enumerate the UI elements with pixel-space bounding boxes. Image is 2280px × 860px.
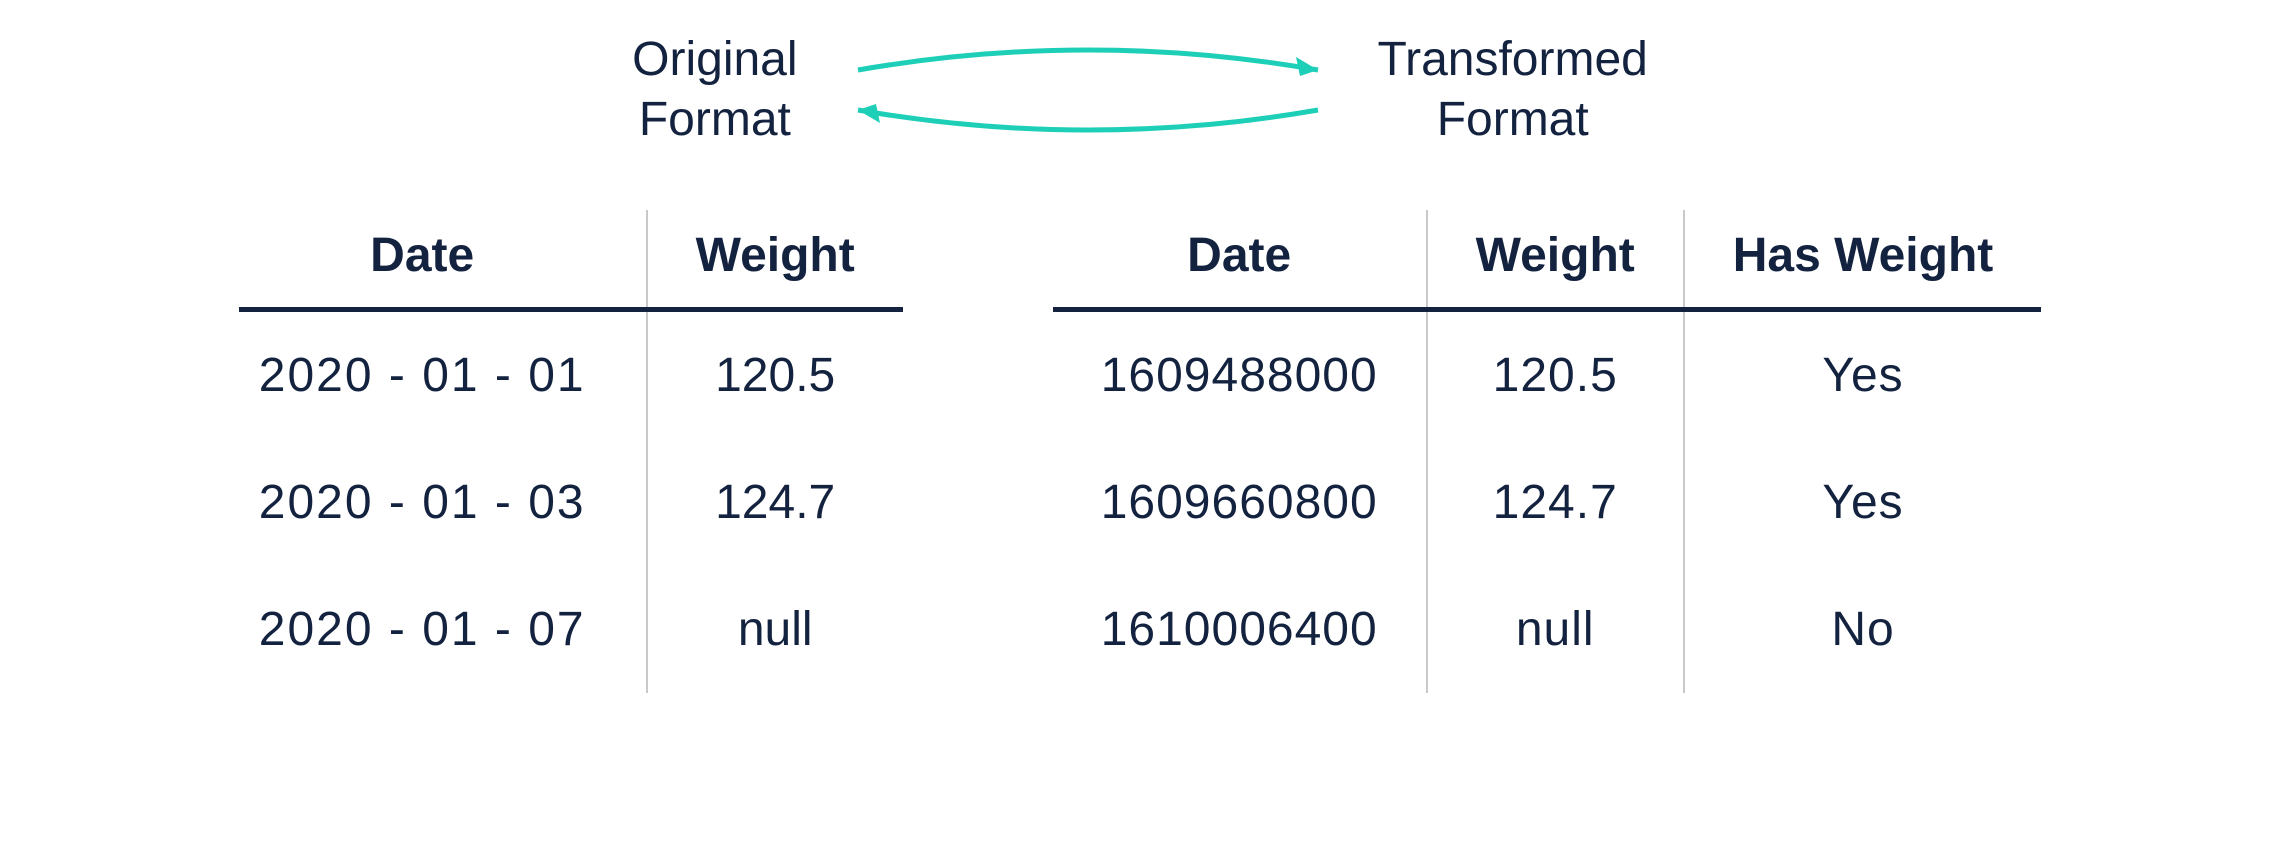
header-row: Original Format Transformed Format <box>0 30 2280 150</box>
cell-weight: 120.5 <box>647 310 903 440</box>
table-row: 2020 - 01 - 03 124.7 <box>239 439 903 566</box>
col-header-has-weight: Has Weight <box>1684 210 2041 310</box>
table-header-row: Date Weight Has Weight <box>1053 210 2042 310</box>
original-table: Date Weight 2020 - 01 - 01 120.5 2020 - … <box>239 210 903 693</box>
col-header-weight: Weight <box>647 210 903 310</box>
cell-date: 1609660800 <box>1053 439 1427 566</box>
cell-weight: 124.7 <box>647 439 903 566</box>
bidirectional-arrows-icon <box>838 30 1338 150</box>
transformed-format-line1: Transformed <box>1378 33 1648 86</box>
col-header-date: Date <box>1053 210 1427 310</box>
cell-date: 2020 - 01 - 03 <box>239 439 647 566</box>
diagram-root: Original Format Transformed Format Date … <box>0 0 2280 860</box>
transformed-table: Date Weight Has Weight 1609488000 120.5 … <box>1053 210 2042 693</box>
original-format-label: Original Format <box>632 30 797 150</box>
cell-has-weight: Yes <box>1684 439 2041 566</box>
table-row: 1609660800 124.7 Yes <box>1053 439 2042 566</box>
cell-has-weight: No <box>1684 566 2041 693</box>
table-row: 1609488000 120.5 Yes <box>1053 310 2042 440</box>
cell-date: 2020 - 01 - 07 <box>239 566 647 693</box>
original-format-line2: Format <box>639 93 791 146</box>
cell-weight: 124.7 <box>1427 439 1684 566</box>
cell-weight: 120.5 <box>1427 310 1684 440</box>
table-row: 2020 - 01 - 01 120.5 <box>239 310 903 440</box>
cell-weight: null <box>1427 566 1684 693</box>
cell-date: 2020 - 01 - 01 <box>239 310 647 440</box>
transformed-format-line2: Format <box>1437 93 1589 146</box>
cell-date: 1610006400 <box>1053 566 1427 693</box>
col-header-weight: Weight <box>1427 210 1684 310</box>
col-header-date: Date <box>239 210 647 310</box>
cell-date: 1609488000 <box>1053 310 1427 440</box>
table-row: 1610006400 null No <box>1053 566 2042 693</box>
cell-has-weight: Yes <box>1684 310 2041 440</box>
transformed-format-label: Transformed Format <box>1378 30 1648 150</box>
original-format-line1: Original <box>632 33 797 86</box>
cell-weight: null <box>647 566 903 693</box>
table-header-row: Date Weight <box>239 210 903 310</box>
table-row: 2020 - 01 - 07 null <box>239 566 903 693</box>
tables-row: Date Weight 2020 - 01 - 01 120.5 2020 - … <box>0 210 2280 693</box>
